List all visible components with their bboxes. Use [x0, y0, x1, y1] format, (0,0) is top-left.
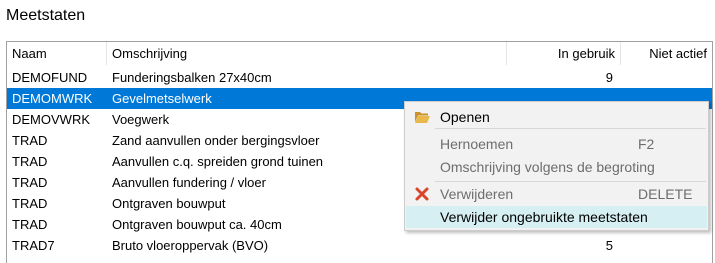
menu-item-label: Openen — [440, 109, 490, 125]
menu-separator — [435, 181, 706, 182]
menu-item-label: Verwijderen — [440, 186, 514, 202]
row-name: TRAD — [12, 196, 48, 211]
row-name: DEMOVWRK — [12, 112, 90, 127]
menu-item-verwijder-ongebruikte-meetstaten[interactable]: Verwijder ongebruikte meetstaten — [406, 206, 707, 228]
context-menu: Openen Hernoemen F2 Omschrijving volgens… — [404, 101, 709, 231]
menu-item-label: Verwijder ongebruikte meetstaten — [440, 209, 648, 225]
row-name: TRAD — [12, 217, 48, 232]
menu-item-label: Hernoemen — [440, 136, 514, 152]
row-name: DEMOMWRK — [12, 91, 93, 106]
row-in-use: 5 — [605, 238, 613, 253]
menu-item-shortcut: DELETE — [638, 186, 693, 202]
menu-item-hernoemen[interactable]: Hernoemen F2 — [406, 133, 707, 155]
menu-item-shortcut: F2 — [638, 136, 655, 152]
row-name: TRAD — [12, 154, 48, 169]
row-name: TRAD — [12, 175, 48, 190]
row-inactive — [621, 67, 712, 88]
row-description: Funderingsbalken 27x40cm — [112, 70, 272, 85]
menu-item-verwijderen[interactable]: Verwijderen DELETE — [406, 183, 707, 205]
delete-x-icon — [415, 187, 429, 201]
table-row[interactable]: TRAD7 Bruto vloeroppervak (BVO) 5 — [7, 235, 712, 256]
row-name: DEMOFUND — [12, 70, 88, 85]
column-header-in-gebruik[interactable]: In gebruik — [507, 42, 621, 65]
folder-open-icon — [415, 112, 430, 123]
row-description: Bruto vloeroppervak (BVO) — [112, 238, 269, 253]
menu-separator — [435, 128, 706, 129]
panel-title: Meetstaten — [6, 7, 86, 24]
table-row[interactable]: DEMOFUND Funderingsbalken 27x40cm 9 — [7, 67, 712, 88]
column-header-omschrijving[interactable]: Omschrijving — [107, 42, 507, 65]
row-name: TRAD — [12, 133, 48, 148]
column-header-niet-actief[interactable]: Niet actief — [621, 42, 712, 65]
list-header: Naam Omschrijving In gebruik Niet actief — [7, 42, 712, 65]
column-header-naam[interactable]: Naam — [7, 42, 107, 65]
menu-item-label: Omschrijving volgens de begroting — [440, 159, 655, 175]
row-inactive — [621, 235, 712, 256]
row-in-use: 9 — [605, 70, 613, 85]
menu-item-openen[interactable]: Openen — [406, 106, 707, 128]
row-name: TRAD7 — [12, 238, 55, 253]
menu-item-omschrijving-volgens-begroting[interactable]: Omschrijving volgens de begroting — [406, 156, 707, 178]
